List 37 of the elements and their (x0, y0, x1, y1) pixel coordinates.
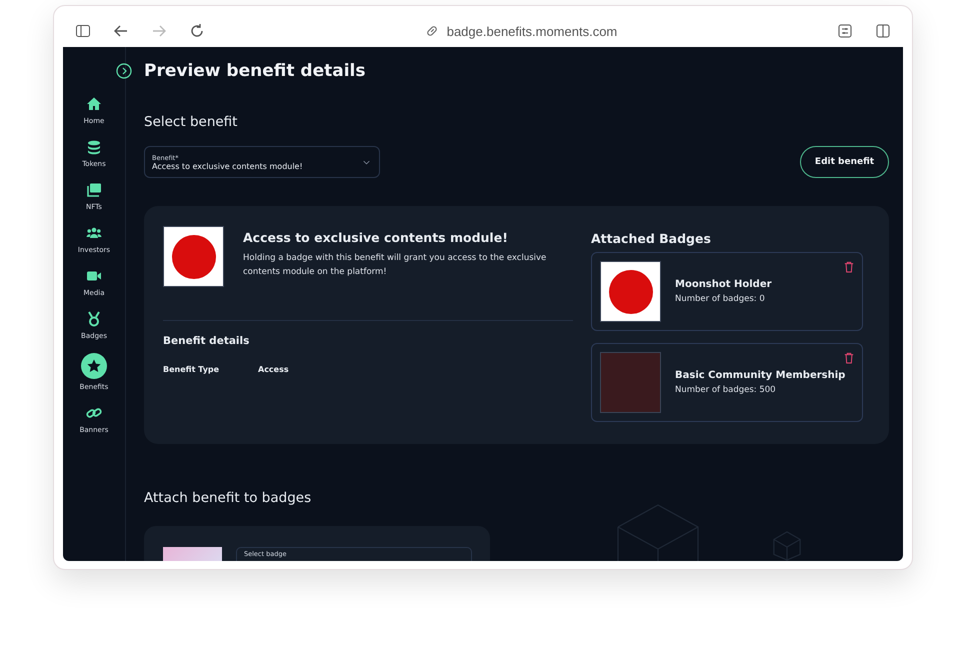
benefit-title: Access to exclusive contents module! (243, 230, 509, 245)
chevron-down-icon (363, 160, 370, 165)
sidebar-toggle-icon[interactable] (75, 23, 91, 39)
artwork-placeholder (600, 261, 661, 322)
edit-benefit-button[interactable]: Edit benefit (800, 146, 889, 178)
detail-label: Benefit Type (163, 365, 220, 374)
benefit-description: Holding a badge with this benefit will grant you access to the exclusive contents module on the platform! (243, 252, 548, 279)
trash-icon[interactable] (844, 352, 854, 364)
details-heading: Benefit details (163, 335, 250, 347)
cube-outline-icon (772, 531, 802, 561)
images-icon (86, 182, 102, 198)
attached-badges-heading: Attached Badges (591, 231, 712, 246)
link-icon (424, 24, 439, 38)
page-title: Preview benefit details (144, 61, 366, 81)
trash-icon[interactable] (844, 261, 854, 273)
detail-value: Access (258, 365, 289, 374)
reload-icon[interactable] (189, 23, 205, 39)
badge-name: Moonshot Holder (675, 279, 772, 290)
back-icon[interactable] (113, 23, 129, 39)
medal-icon (86, 311, 102, 327)
home-icon (86, 96, 102, 112)
badge-count: Number of badges: 0 (675, 294, 766, 304)
section-heading: Select benefit (144, 114, 238, 130)
people-icon (86, 225, 102, 241)
badge-name: Basic Community Membership (675, 370, 846, 381)
cube-outline-icon (616, 503, 700, 561)
section-heading: Attach benefit to badges (144, 490, 312, 506)
split-view-icon[interactable] (875, 23, 891, 39)
artwork-placeholder (163, 226, 224, 287)
coins-icon (86, 139, 102, 155)
badge-count: Number of badges: 500 (675, 385, 777, 395)
expand-chevron-icon[interactable] (116, 63, 132, 79)
chain-link-icon (86, 405, 102, 421)
address-bar[interactable]: badge.benefits.moments.com (446, 24, 618, 38)
settings-icon[interactable] (837, 23, 853, 39)
star-icon (86, 358, 102, 374)
photo-placeholder (600, 352, 661, 413)
